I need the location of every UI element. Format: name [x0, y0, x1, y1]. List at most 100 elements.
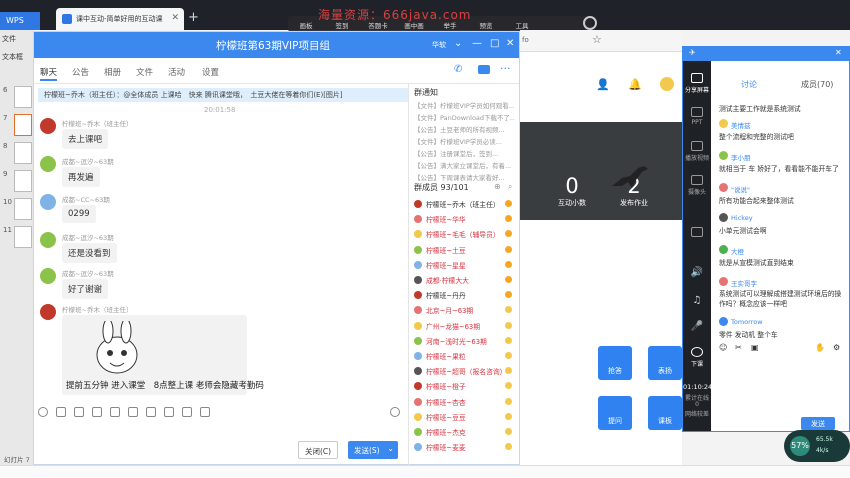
bell-icon[interactable] — [182, 407, 192, 417]
avatar[interactable] — [40, 118, 56, 134]
bell-icon[interactable]: 🔔 — [628, 78, 642, 91]
group-notice-item[interactable]: 【公告】下周课表请大家看好... — [414, 172, 514, 182]
power-icon[interactable] — [583, 16, 597, 30]
avatar[interactable] — [719, 317, 728, 326]
avatar[interactable] — [40, 156, 56, 172]
screen-icon[interactable] — [683, 227, 711, 239]
browser-tab[interactable]: 课中互动-简单好用的互动课 ✕ — [56, 8, 184, 30]
tile-board[interactable]: 课板 — [648, 396, 682, 430]
member-row[interactable]: 柠檬班~乔木（班主任） — [414, 199, 514, 210]
pinned-notice[interactable]: 柠檬班~乔木（班主任）：@全体成员 上课哈 快来 腾讯课堂哦， 土豆大佬在等着你… — [38, 88, 408, 102]
ppt-button[interactable]: PPT — [683, 107, 711, 126]
gift-icon[interactable] — [146, 407, 156, 417]
group-notice-item[interactable]: 【文件】柠檬班VIP学员必读... — [414, 136, 514, 146]
member-row[interactable]: 柠檬班~豆豆 — [414, 412, 514, 423]
music-icon[interactable]: ♫ — [683, 295, 711, 306]
chevron-down-icon[interactable]: ⌄ — [454, 38, 462, 49]
avatar[interactable] — [719, 183, 728, 192]
member-row[interactable]: 柠檬班~丹丹 — [414, 290, 514, 301]
member-row[interactable]: 柠檬班~星星 — [414, 260, 514, 271]
member-row[interactable]: 柠檬班~杰克 — [414, 427, 514, 438]
folder-icon[interactable] — [92, 407, 102, 417]
send-button[interactable]: 发送(S) ⌄ — [348, 441, 398, 459]
volume-icon[interactable]: 🔊 — [683, 267, 711, 278]
scissors-icon[interactable] — [74, 407, 84, 417]
emoji-icon[interactable]: ☺ — [719, 343, 727, 352]
mic-icon[interactable]: 🎤 — [683, 321, 711, 332]
avatar[interactable] — [719, 277, 728, 286]
avatar[interactable] — [40, 268, 56, 284]
avatar[interactable] — [719, 119, 728, 128]
bookmark-star-icon[interactable]: ☆ — [592, 33, 602, 46]
toolbar-item[interactable]: 工具 — [504, 16, 540, 30]
tile-question[interactable]: 提问 — [598, 396, 632, 430]
camera-icon[interactable] — [128, 407, 138, 417]
group-notice-item[interactable]: 【公告】土豆老师的所有视频... — [414, 124, 514, 134]
member-row[interactable]: 柠檬班~杏杏 — [414, 397, 514, 408]
tab-files[interactable]: 文件 — [136, 66, 153, 78]
gif-icon[interactable] — [56, 407, 66, 417]
slide-thumbnail[interactable] — [14, 142, 32, 164]
tab-members[interactable]: 成员(70) — [801, 79, 833, 90]
tile-quick-answer[interactable]: 抢答 — [598, 346, 632, 380]
group-notice-item[interactable]: 【公告】满大家立课堂后，有着... — [414, 160, 514, 170]
tile-praise[interactable]: 表扬 — [648, 346, 682, 380]
member-row[interactable]: 北京~月~63期 — [414, 305, 514, 316]
history-icon[interactable] — [390, 407, 400, 417]
member-row[interactable]: 柠檬班~土豆 — [414, 245, 514, 256]
slide-thumbnail[interactable] — [14, 170, 32, 192]
member-row[interactable]: 柠檬班~果粒 — [414, 351, 514, 362]
tab-notice[interactable]: 公告 — [72, 66, 89, 78]
avatar[interactable] — [719, 213, 728, 222]
member-row[interactable]: 柠檬班~橙子 — [414, 381, 514, 392]
member-row[interactable]: 河南~浅时光~63期 — [414, 336, 514, 347]
avatar[interactable] — [719, 151, 728, 160]
tab-chat[interactable]: 聊天 — [40, 66, 58, 81]
settings-icon[interactable]: ⚙ — [833, 343, 840, 352]
slide-thumbnail[interactable] — [14, 198, 32, 220]
image-message[interactable]: 提前五分钟 进入课堂 8点整上课 老师会隐藏考勤码 — [62, 315, 264, 395]
avatar[interactable] — [40, 304, 56, 320]
slide-thumbnail[interactable] — [14, 86, 32, 108]
avatar[interactable] — [719, 245, 728, 254]
panel-divider[interactable] — [408, 84, 409, 466]
close-icon[interactable]: ✕ — [835, 48, 842, 57]
wps-tab[interactable]: WPS — [0, 12, 40, 30]
avatar[interactable] — [40, 194, 56, 210]
chevron-down-icon[interactable]: ⌄ — [387, 444, 394, 453]
image-icon[interactable] — [110, 407, 120, 417]
tab-settings[interactable]: 设置 — [202, 66, 219, 78]
close-button[interactable]: 关闭(C) — [298, 441, 338, 459]
scissors-icon[interactable]: ✂ — [735, 343, 742, 352]
avatar[interactable] — [660, 77, 674, 91]
emoji-icon[interactable] — [38, 407, 48, 417]
member-row[interactable]: 柠檬班~超哥（报名咨询） — [414, 366, 514, 377]
maximize-icon[interactable]: □ — [490, 38, 499, 49]
pin-icon[interactable]: ✈ — [689, 48, 696, 57]
camera-button[interactable]: 摄像头 — [683, 175, 711, 196]
screen-share-icon[interactable] — [478, 65, 490, 74]
tab-album[interactable]: 相册 — [104, 66, 121, 78]
close-tab-icon[interactable]: ✕ — [171, 13, 179, 23]
member-row[interactable]: 柠檬班~毛毛（辅导员） — [414, 229, 514, 240]
member-row[interactable]: 柠檬班~华华 — [414, 214, 514, 225]
group-notice-item[interactable]: 【文件】PanDownload下载不了... — [414, 112, 514, 122]
textbox-label[interactable]: 文本框 — [0, 48, 34, 66]
file-menu[interactable]: 文件 — [0, 30, 34, 48]
member-row[interactable]: 成都·柠檬大大 — [414, 275, 514, 286]
toolbar-item[interactable]: 预览 — [468, 16, 504, 30]
minimize-icon[interactable]: — — [472, 38, 482, 49]
slide-thumbnail[interactable] — [14, 114, 32, 136]
more-icon[interactable]: ··· — [500, 62, 511, 75]
print-icon[interactable] — [164, 407, 174, 417]
add-member-icon[interactable]: ⊕ — [494, 182, 501, 191]
more-icon[interactable] — [200, 407, 210, 417]
play-video-button[interactable]: 播放视频 — [683, 141, 711, 162]
message-input[interactable] — [34, 424, 408, 438]
live-send-button[interactable]: 发送 — [801, 417, 835, 430]
tab-discussion[interactable]: 讨论 — [741, 79, 757, 90]
phone-icon[interactable]: ✆ — [454, 64, 462, 75]
member-row[interactable]: 广州~龙猫~63期 — [414, 321, 514, 332]
tab-activity[interactable]: 活动 — [168, 66, 185, 78]
share-screen-button[interactable]: 分享屏幕 — [683, 73, 711, 94]
